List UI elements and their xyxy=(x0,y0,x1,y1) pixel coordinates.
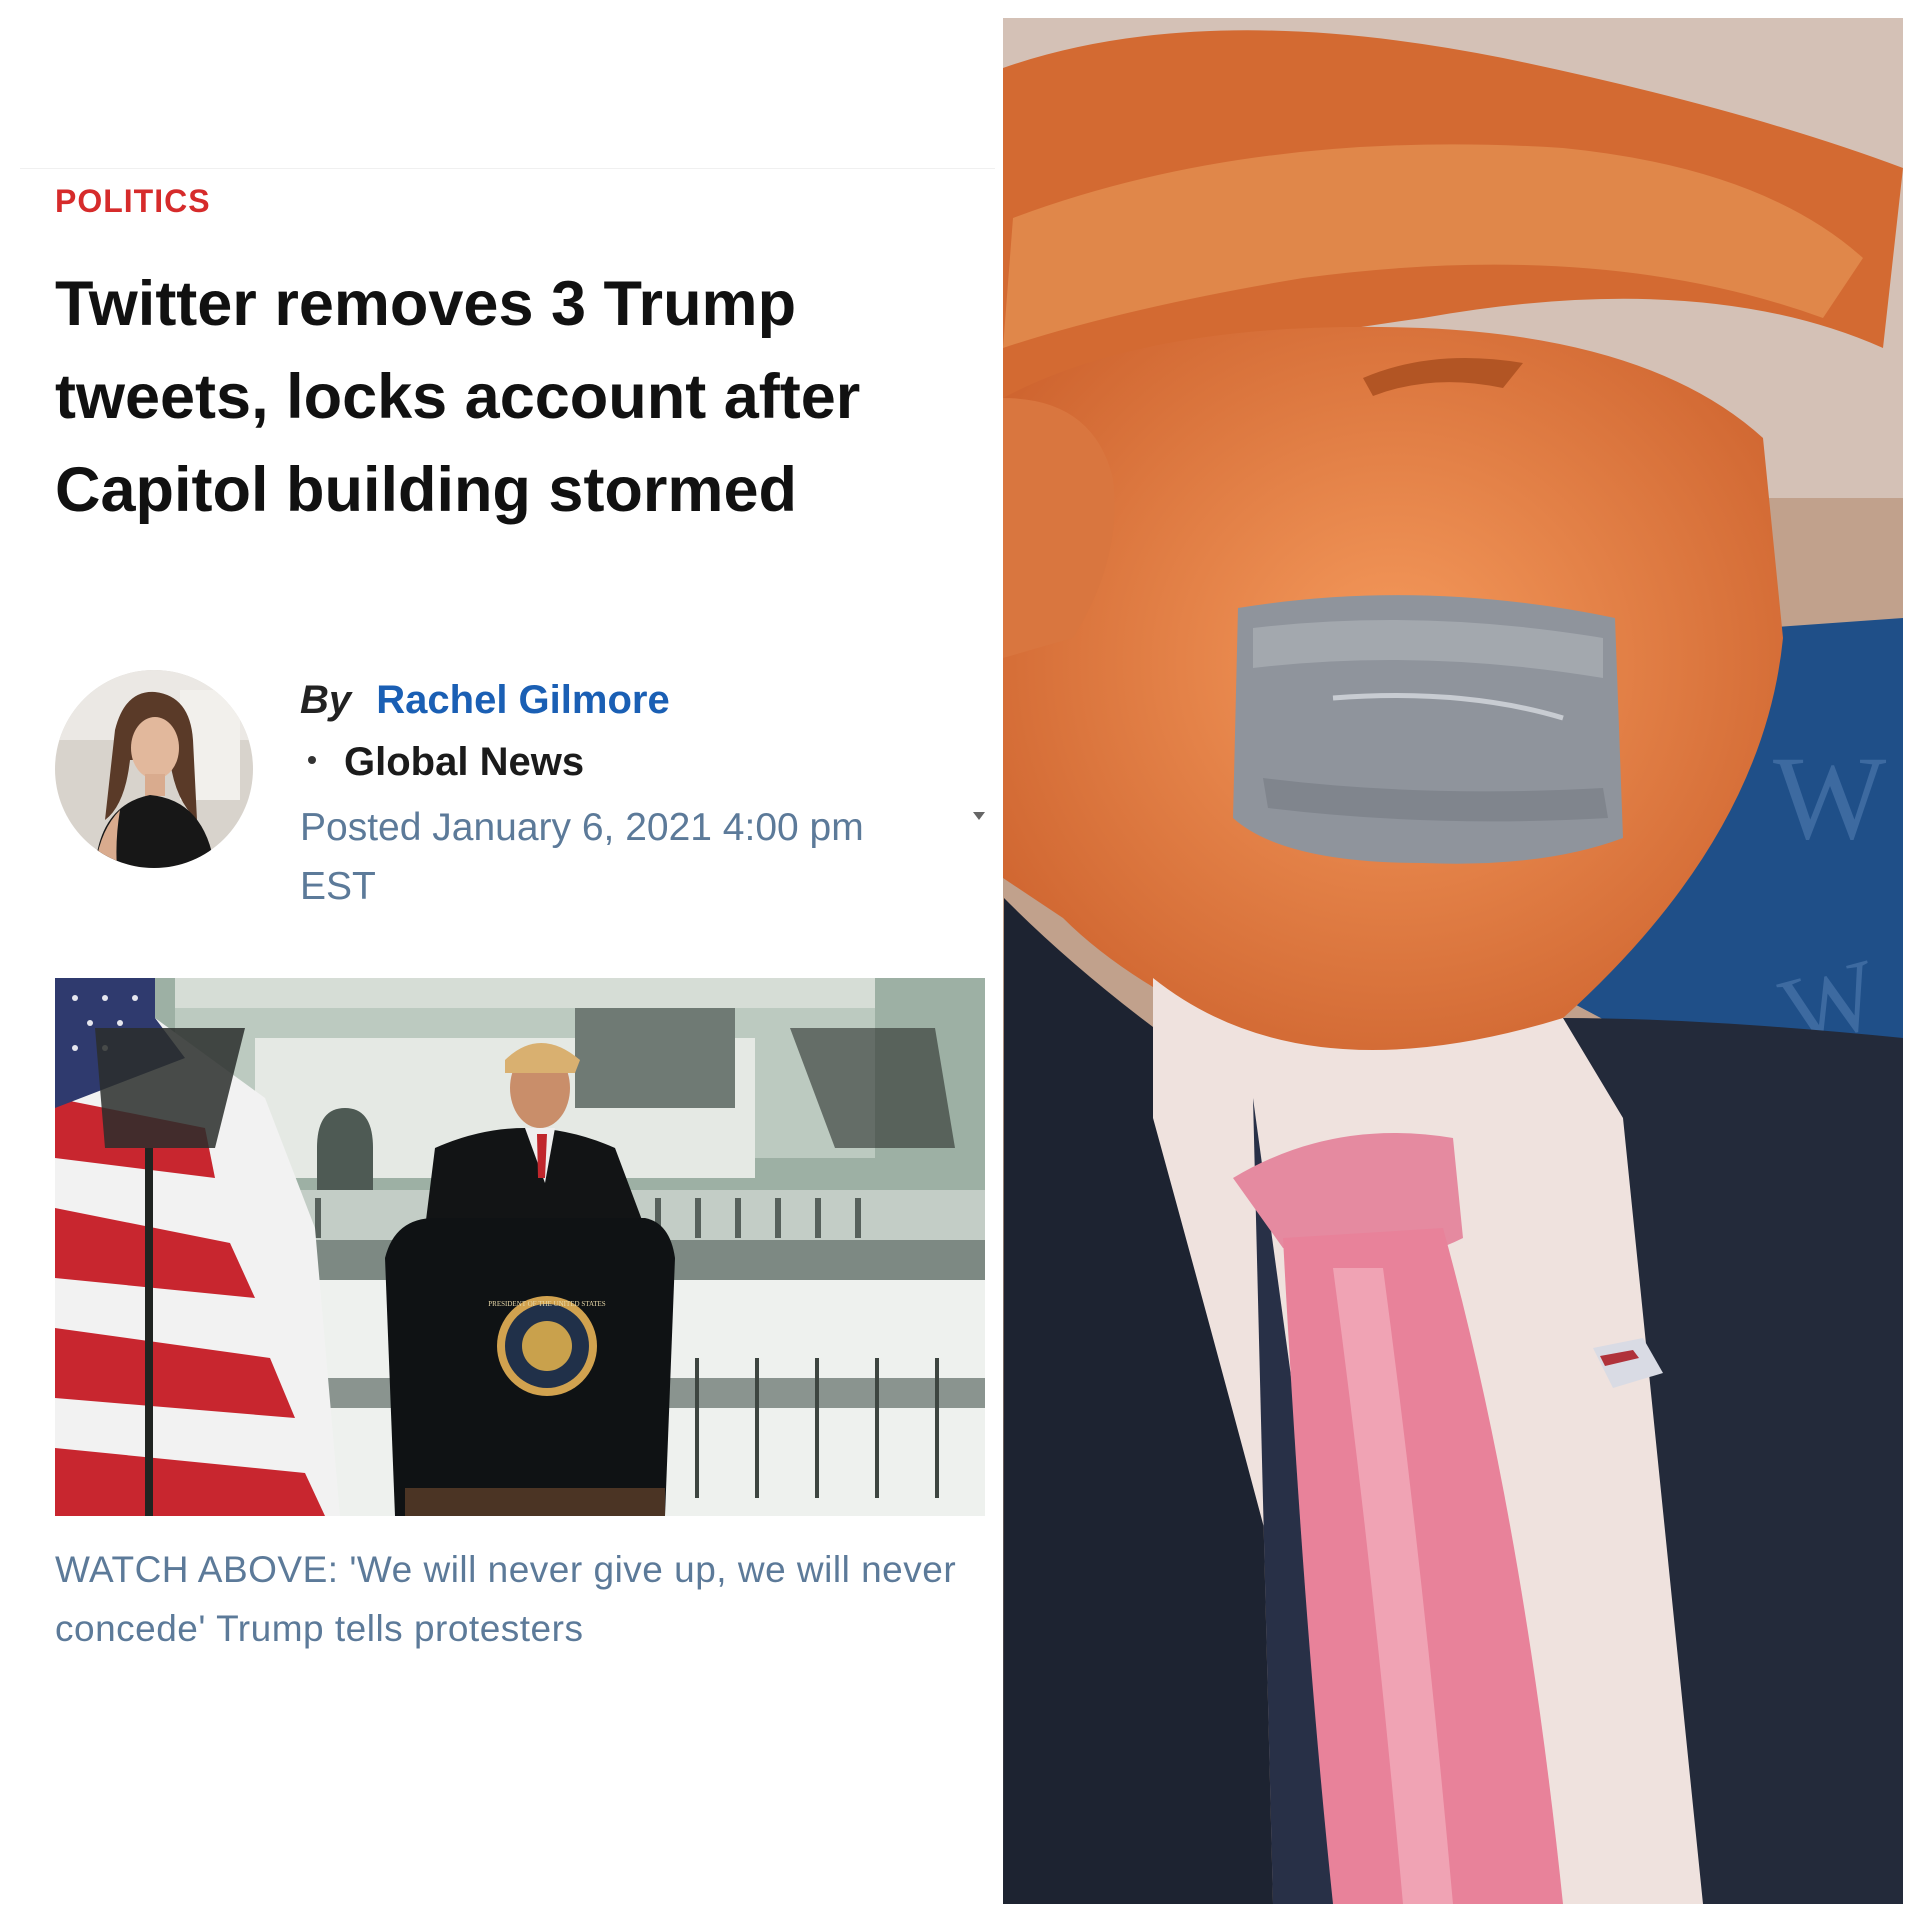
video-caption: WATCH ABOVE: 'We will never give up, we … xyxy=(55,1549,957,1649)
author-link[interactable]: Rachel Gilmore xyxy=(376,678,669,722)
category-label[interactable]: POLITICS xyxy=(55,183,211,220)
article-panel: POLITICS Twitter removes 3 Trump tweets,… xyxy=(0,0,1000,1920)
bullet-dot-icon xyxy=(308,756,316,765)
seal-text: PRESIDENT OF THE UNITED STATES xyxy=(488,1300,606,1308)
byline: By Rachel Gilmore Global News Posted Jan… xyxy=(300,678,1000,916)
divider xyxy=(20,168,995,169)
caret-down-icon[interactable] xyxy=(973,812,985,820)
background-text: W xyxy=(1773,731,1887,864)
outlet-name[interactable]: Global News xyxy=(344,740,584,784)
article-headline: Twitter removes 3 Trump tweets, locks ac… xyxy=(55,269,861,525)
byline-outlet-row: Global News xyxy=(300,740,1000,796)
posted-date: Posted January 6, 2021 4:00 pm EST xyxy=(300,806,864,908)
photo-panel: W W xyxy=(1003,18,1903,1904)
by-label: By xyxy=(300,678,352,722)
author-avatar[interactable] xyxy=(55,670,253,868)
byline-author-row: By Rachel Gilmore xyxy=(300,678,1000,734)
video-player[interactable]: PRESIDENT OF THE UNITED STATES xyxy=(55,978,985,1516)
